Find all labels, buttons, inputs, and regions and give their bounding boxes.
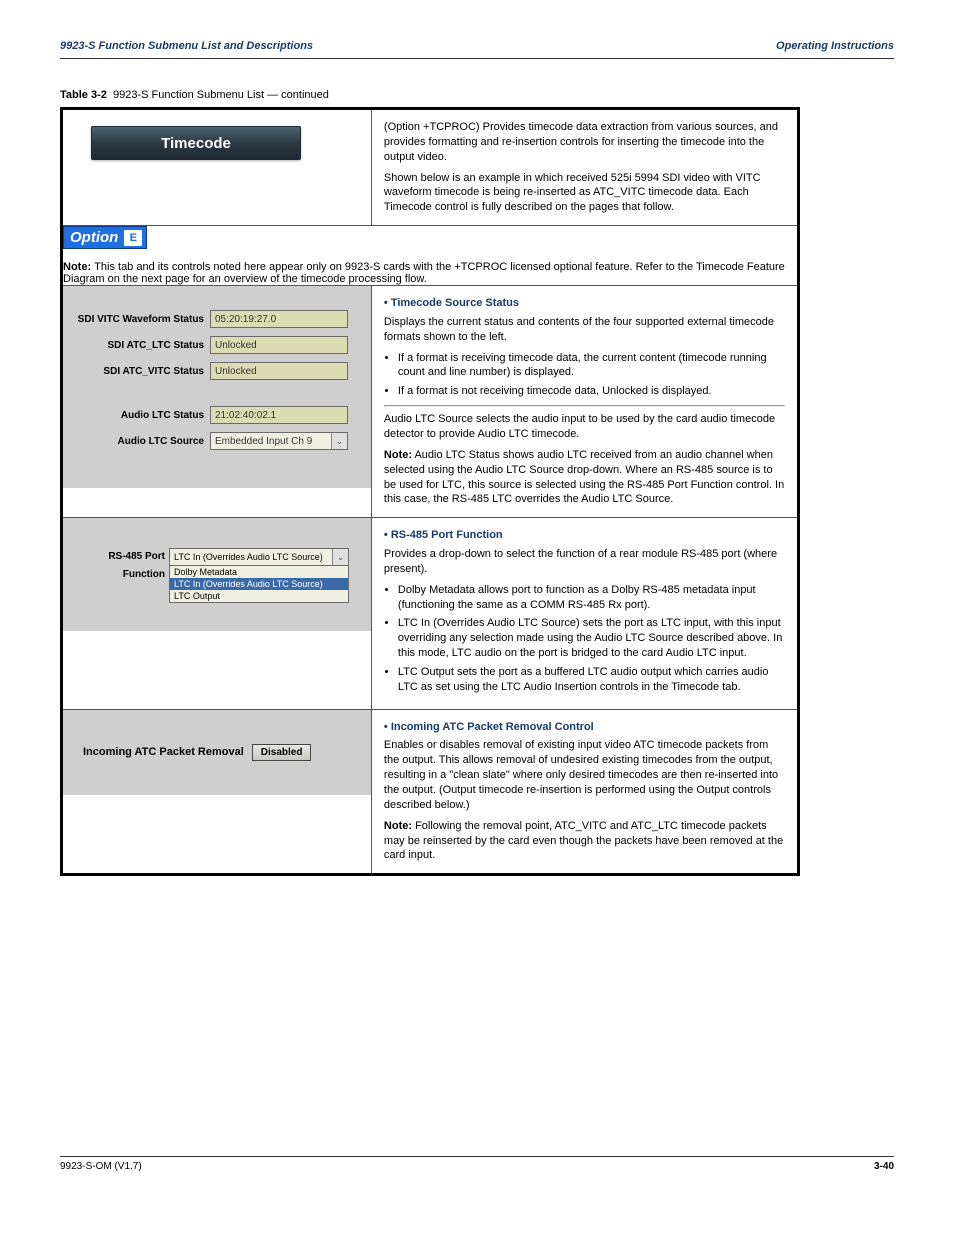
header-left: 9923-S Function Submenu List and Descrip…	[60, 40, 313, 52]
rs485-selected: LTC In (Overrides Audio LTC Source)	[170, 549, 332, 565]
rs485-description: • RS-485 Port Function Provides a drop-d…	[371, 518, 798, 709]
status-description: • Timecode Source Status Displays the cu…	[371, 286, 798, 518]
rs485-panel: RS-485 Port Function LTC In (Overrides A…	[63, 518, 371, 631]
header-right: Operating Instructions	[776, 40, 894, 52]
rs485-bullet: LTC In (Overrides Audio LTC Source) sets…	[398, 616, 785, 661]
caption-prefix: Table 3-2	[60, 89, 107, 101]
status-bullet: If a format is receiving timecode data, …	[398, 351, 785, 381]
atc-removal-label: Incoming ATC Packet Removal	[83, 746, 244, 758]
rs485-dropdown[interactable]: LTC In (Overrides Audio LTC Source) ⌄	[169, 548, 349, 566]
sdi-vitc-waveform-value: 05:20:19:27.0	[210, 310, 348, 328]
option-chip-label: Option	[70, 229, 118, 246]
sdi-atc-ltc-label: SDI ATC_LTC Status	[75, 340, 210, 351]
audio-ltc-status-label: Audio LTC Status	[75, 410, 210, 421]
status-bullet: If a format is not receiving timecode da…	[398, 384, 785, 399]
atc-removal-button[interactable]: Disabled	[252, 744, 312, 761]
rs485-bullet: Dolby Metadata allows port to function a…	[398, 583, 785, 613]
atc-description: • Incoming ATC Packet Removal Control En…	[371, 709, 798, 875]
audio-ltc-source-label: Audio LTC Source	[75, 436, 210, 447]
sdi-atc-ltc-value: Unlocked	[210, 336, 348, 354]
footer-page-number: 3-40	[874, 1161, 894, 1172]
rs485-option[interactable]: LTC Output	[170, 590, 348, 602]
caption-suffix: 9923-S Function Submenu List — continued	[113, 89, 329, 101]
option-note-text: This tab and its controls noted here app…	[63, 261, 785, 285]
license-icon: E	[124, 230, 142, 246]
page-footer: 9923-S-OM (V1.7) 3-40	[60, 1156, 894, 1172]
rs485-option-list: Dolby Metadata LTC In (Overrides Audio L…	[169, 566, 349, 603]
table-caption: Table 3-2 9923-S Function Submenu List —…	[60, 89, 894, 101]
sdi-vitc-waveform-label: SDI VITC Waveform Status	[75, 314, 210, 325]
license-code: +TCPROC	[423, 121, 476, 133]
sdi-atc-vitc-label: SDI ATC_VITC Status	[75, 366, 210, 377]
rs485-label: RS-485 Port Function	[69, 548, 169, 603]
audio-ltc-status-value: 21:02:40:02.1	[210, 406, 348, 424]
sdi-atc-vitc-value: Unlocked	[210, 362, 348, 380]
option-note-label: Note:	[63, 261, 91, 273]
timecode-description: (Option +TCPROC) Provides timecode data …	[371, 109, 798, 226]
rs485-option[interactable]: LTC In (Overrides Audio LTC Source)	[170, 578, 348, 590]
chevron-down-icon: ⌄	[332, 549, 348, 565]
rs485-bullet: LTC Output sets the port as a buffered L…	[398, 665, 785, 695]
chevron-down-icon: ⌄	[331, 433, 347, 449]
status-panel: SDI VITC Waveform Status 05:20:19:27.0 S…	[63, 286, 371, 488]
audio-ltc-source-dropdown[interactable]: Embedded Input Ch 9 ⌄	[210, 432, 348, 450]
timecode-tab-button[interactable]: Timecode	[91, 126, 301, 160]
audio-ltc-source-value: Embedded Input Ch 9	[211, 433, 331, 449]
function-table: Timecode (Option +TCPROC) Provides timec…	[60, 107, 800, 876]
page-header: 9923-S Function Submenu List and Descrip…	[60, 40, 894, 59]
footer-revision: 9923-S-OM (V1.7)	[60, 1161, 142, 1172]
atc-panel: Incoming ATC Packet Removal Disabled	[63, 710, 371, 795]
option-chip: Option E	[63, 226, 147, 249]
rs485-option[interactable]: Dolby Metadata	[170, 566, 348, 578]
